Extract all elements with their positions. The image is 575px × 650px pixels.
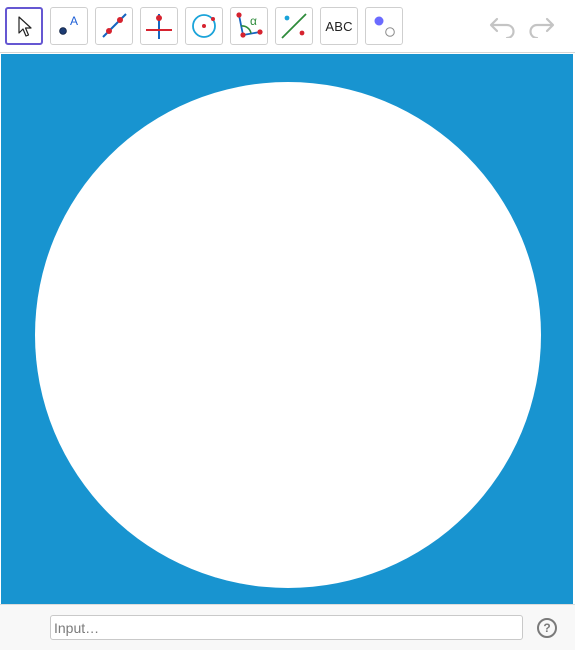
angle-tool-label: α (250, 14, 257, 28)
point-tool-button[interactable]: A (50, 7, 88, 45)
geogebra-app: A α ABC Input… ? (0, 0, 575, 650)
point-tool-label: A (70, 14, 78, 28)
text-tool-button[interactable]: ABC (320, 7, 358, 45)
arrow-pointer-icon (18, 16, 32, 37)
redo-button[interactable] (526, 12, 556, 40)
angle-icon: α (236, 12, 263, 38)
point-icon: A (59, 14, 78, 35)
help-button[interactable]: ? (537, 618, 557, 638)
circle-center-point-icon (192, 14, 216, 38)
undo-button[interactable] (488, 12, 518, 40)
input-bar: ? (0, 604, 575, 650)
help-icon: ? (543, 621, 551, 635)
perpendicular-line-icon (146, 14, 172, 39)
move-tool-button[interactable] (5, 7, 43, 45)
graphics-canvas[interactable] (1, 54, 573, 604)
line-through-points-icon (102, 13, 127, 38)
redo-icon (529, 17, 555, 38)
angle-tool-button[interactable]: α (230, 7, 268, 45)
graphics-view[interactable] (1, 54, 573, 604)
toolbar: A α ABC (0, 0, 575, 53)
white-circle[interactable] (35, 82, 541, 588)
show-hide-object-icon (374, 16, 395, 37)
line-tool-button[interactable] (95, 7, 133, 45)
slider-tool-button[interactable] (365, 7, 403, 45)
circle-tool-button[interactable] (185, 7, 223, 45)
reflect-tool-button[interactable] (275, 7, 313, 45)
algebra-input-field[interactable] (50, 615, 523, 640)
undo-icon (489, 17, 515, 38)
perpendicular-line-tool-button[interactable] (140, 7, 178, 45)
reflect-about-line-icon (281, 13, 307, 39)
text-icon: ABC (325, 18, 353, 34)
